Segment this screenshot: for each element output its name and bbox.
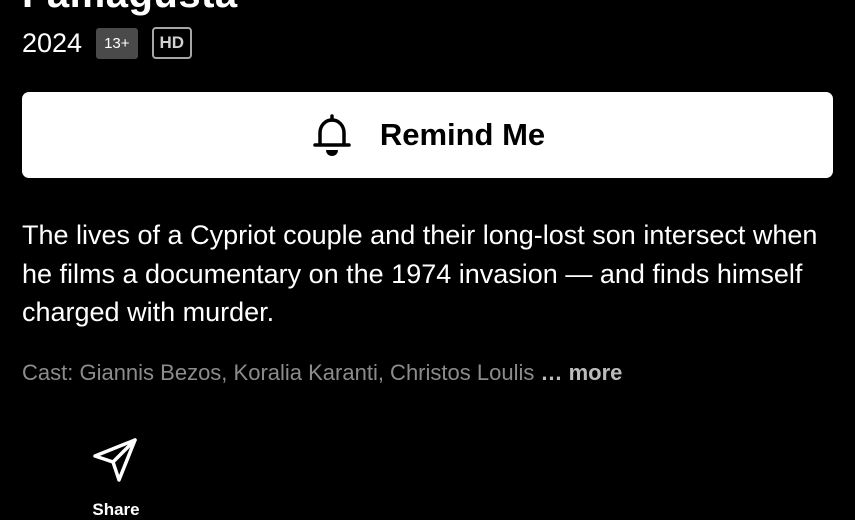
bell-icon bbox=[310, 112, 354, 158]
release-year: 2024 bbox=[22, 27, 83, 58]
meta-row: 2024 13+ HD bbox=[22, 25, 193, 61]
hd-badge: HD bbox=[151, 27, 193, 59]
more-link[interactable]: … more bbox=[540, 360, 622, 385]
synopsis: The lives of a Cypriot couple and their … bbox=[22, 220, 818, 327]
share-label: Share bbox=[92, 500, 140, 519]
title: Famagusta bbox=[22, 0, 238, 17]
paper-plane-icon bbox=[93, 438, 137, 482]
cast-line: Cast: Giannis Bezos, Koralia Karanti, Ch… bbox=[22, 360, 622, 386]
maturity-rating-badge: 13+ bbox=[96, 27, 138, 59]
cast-text: Cast: Giannis Bezos, Koralia Karanti, Ch… bbox=[22, 360, 535, 385]
remind-me-button[interactable]: Remind Me bbox=[22, 92, 833, 178]
share-button[interactable]: Share bbox=[78, 432, 154, 520]
remind-me-label: Remind Me bbox=[379, 117, 546, 152]
